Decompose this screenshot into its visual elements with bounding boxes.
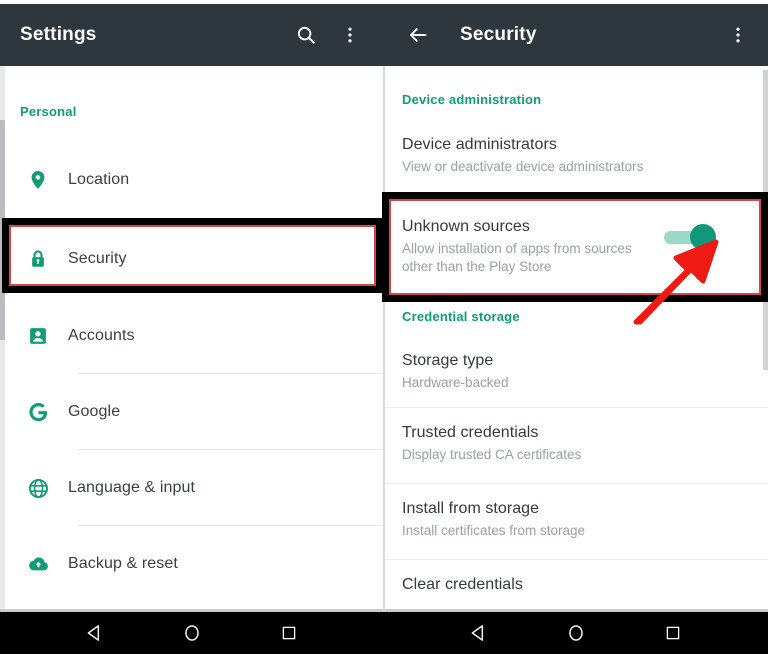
navbar-right-half xyxy=(384,612,768,654)
cloud-upload-icon xyxy=(10,553,66,575)
back-nav-button[interactable] xyxy=(457,612,501,654)
settings-title: Settings xyxy=(20,24,97,45)
sidebar-item-accounts[interactable]: Accounts xyxy=(0,298,384,374)
list-item-title: Unknown sources xyxy=(402,218,530,235)
recents-nav-button[interactable] xyxy=(651,612,695,654)
list-item-trusted-credentials[interactable]: Trusted credentials Display trusted CA c… xyxy=(384,408,768,484)
list-item-subtitle: Hardware-backed xyxy=(402,375,509,390)
security-list: Device administration Device administrat… xyxy=(384,66,768,612)
sidebar-item-location[interactable]: Location xyxy=(0,142,384,218)
list-item-texts: Clear credentials xyxy=(402,574,752,596)
panel-divider xyxy=(383,66,385,612)
security-appbar: Security xyxy=(384,4,768,66)
screenshot-root: Settings Personal Location Security Acco… xyxy=(0,0,768,654)
unknown-sources-toggle[interactable] xyxy=(664,222,716,252)
sidebar-item-label: Location xyxy=(68,171,130,188)
list-item-texts: Install from storage Install certificate… xyxy=(402,498,752,540)
left-scrollbar-thumb[interactable] xyxy=(0,120,5,340)
list-item-install-from-storage[interactable]: Install from storage Install certificate… xyxy=(384,484,768,560)
security-title: Security xyxy=(460,24,537,45)
list-item-texts: Trusted credentials Display trusted CA c… xyxy=(402,422,752,464)
sidebar-item-label: Google xyxy=(68,403,121,420)
sidebar-item-security[interactable]: Security xyxy=(0,221,384,297)
lock-icon xyxy=(10,247,66,271)
list-item-texts: Device administrators View or deactivate… xyxy=(402,134,752,176)
sidebar-item-label: Security xyxy=(68,250,127,267)
list-item-title: Install from storage xyxy=(402,500,540,517)
sidebar-item-backup-reset[interactable]: Backup & reset xyxy=(0,526,384,602)
list-item-title: Trusted credentials xyxy=(402,424,539,441)
list-item-subtitle: Install certificates from storage xyxy=(402,523,586,538)
section-header-credential-storage: Credential storage xyxy=(402,309,520,324)
globe-icon xyxy=(10,477,66,500)
list-item-storage-type[interactable]: Storage type Hardware-backed xyxy=(384,336,768,408)
navbar-left-half xyxy=(0,612,384,654)
list-item-title: Clear credentials xyxy=(402,576,523,593)
home-nav-button[interactable] xyxy=(554,612,598,654)
more-vert-icon[interactable] xyxy=(330,15,370,55)
right-scrollbar-thumb[interactable] xyxy=(763,70,768,370)
list-item-title: Storage type xyxy=(402,352,494,369)
list-item-subtitle: Display trusted CA certificates xyxy=(402,447,582,462)
arrow-back-icon[interactable] xyxy=(398,15,438,55)
sidebar-item-label: Accounts xyxy=(68,327,135,344)
security-panel: Security Device administration Device ad… xyxy=(384,0,768,612)
list-item-subtitle: View or deactivate device administrators xyxy=(402,159,644,174)
google-g-icon xyxy=(10,400,66,424)
home-nav-button[interactable] xyxy=(170,612,214,654)
more-vert-icon[interactable] xyxy=(718,15,758,55)
list-item-clear-credentials[interactable]: Clear credentials xyxy=(384,560,768,610)
section-header-device-administration: Device administration xyxy=(402,92,542,107)
recents-nav-button[interactable] xyxy=(267,612,311,654)
list-item-unknown-sources[interactable]: Unknown sources Allow installation of ap… xyxy=(384,202,768,290)
list-item-texts: Storage type Hardware-backed xyxy=(402,350,752,392)
list-item-texts: Unknown sources Allow installation of ap… xyxy=(402,216,664,276)
search-icon[interactable] xyxy=(286,15,326,55)
sidebar-item-google[interactable]: Google xyxy=(0,374,384,450)
account-box-icon xyxy=(10,325,66,347)
back-nav-button[interactable] xyxy=(73,612,117,654)
settings-appbar: Settings xyxy=(0,4,384,66)
list-item-device-administrators[interactable]: Device administrators View or deactivate… xyxy=(384,120,768,190)
sidebar-item-label: Language & input xyxy=(68,479,196,496)
section-header-personal: Personal xyxy=(20,104,77,119)
settings-panel: Settings Personal Location Security Acco… xyxy=(0,0,384,612)
list-item-subtitle: Allow installation of apps from sources … xyxy=(402,241,632,274)
sidebar-item-label: Backup & reset xyxy=(68,555,178,572)
settings-list: Personal Location Security Accounts Goog… xyxy=(0,66,384,612)
list-item-title: Device administrators xyxy=(402,136,557,153)
android-navbar xyxy=(0,612,768,654)
sidebar-item-language-input[interactable]: Language & input xyxy=(0,450,384,526)
location-pin-icon xyxy=(10,167,66,193)
toggle-knob xyxy=(690,224,716,250)
